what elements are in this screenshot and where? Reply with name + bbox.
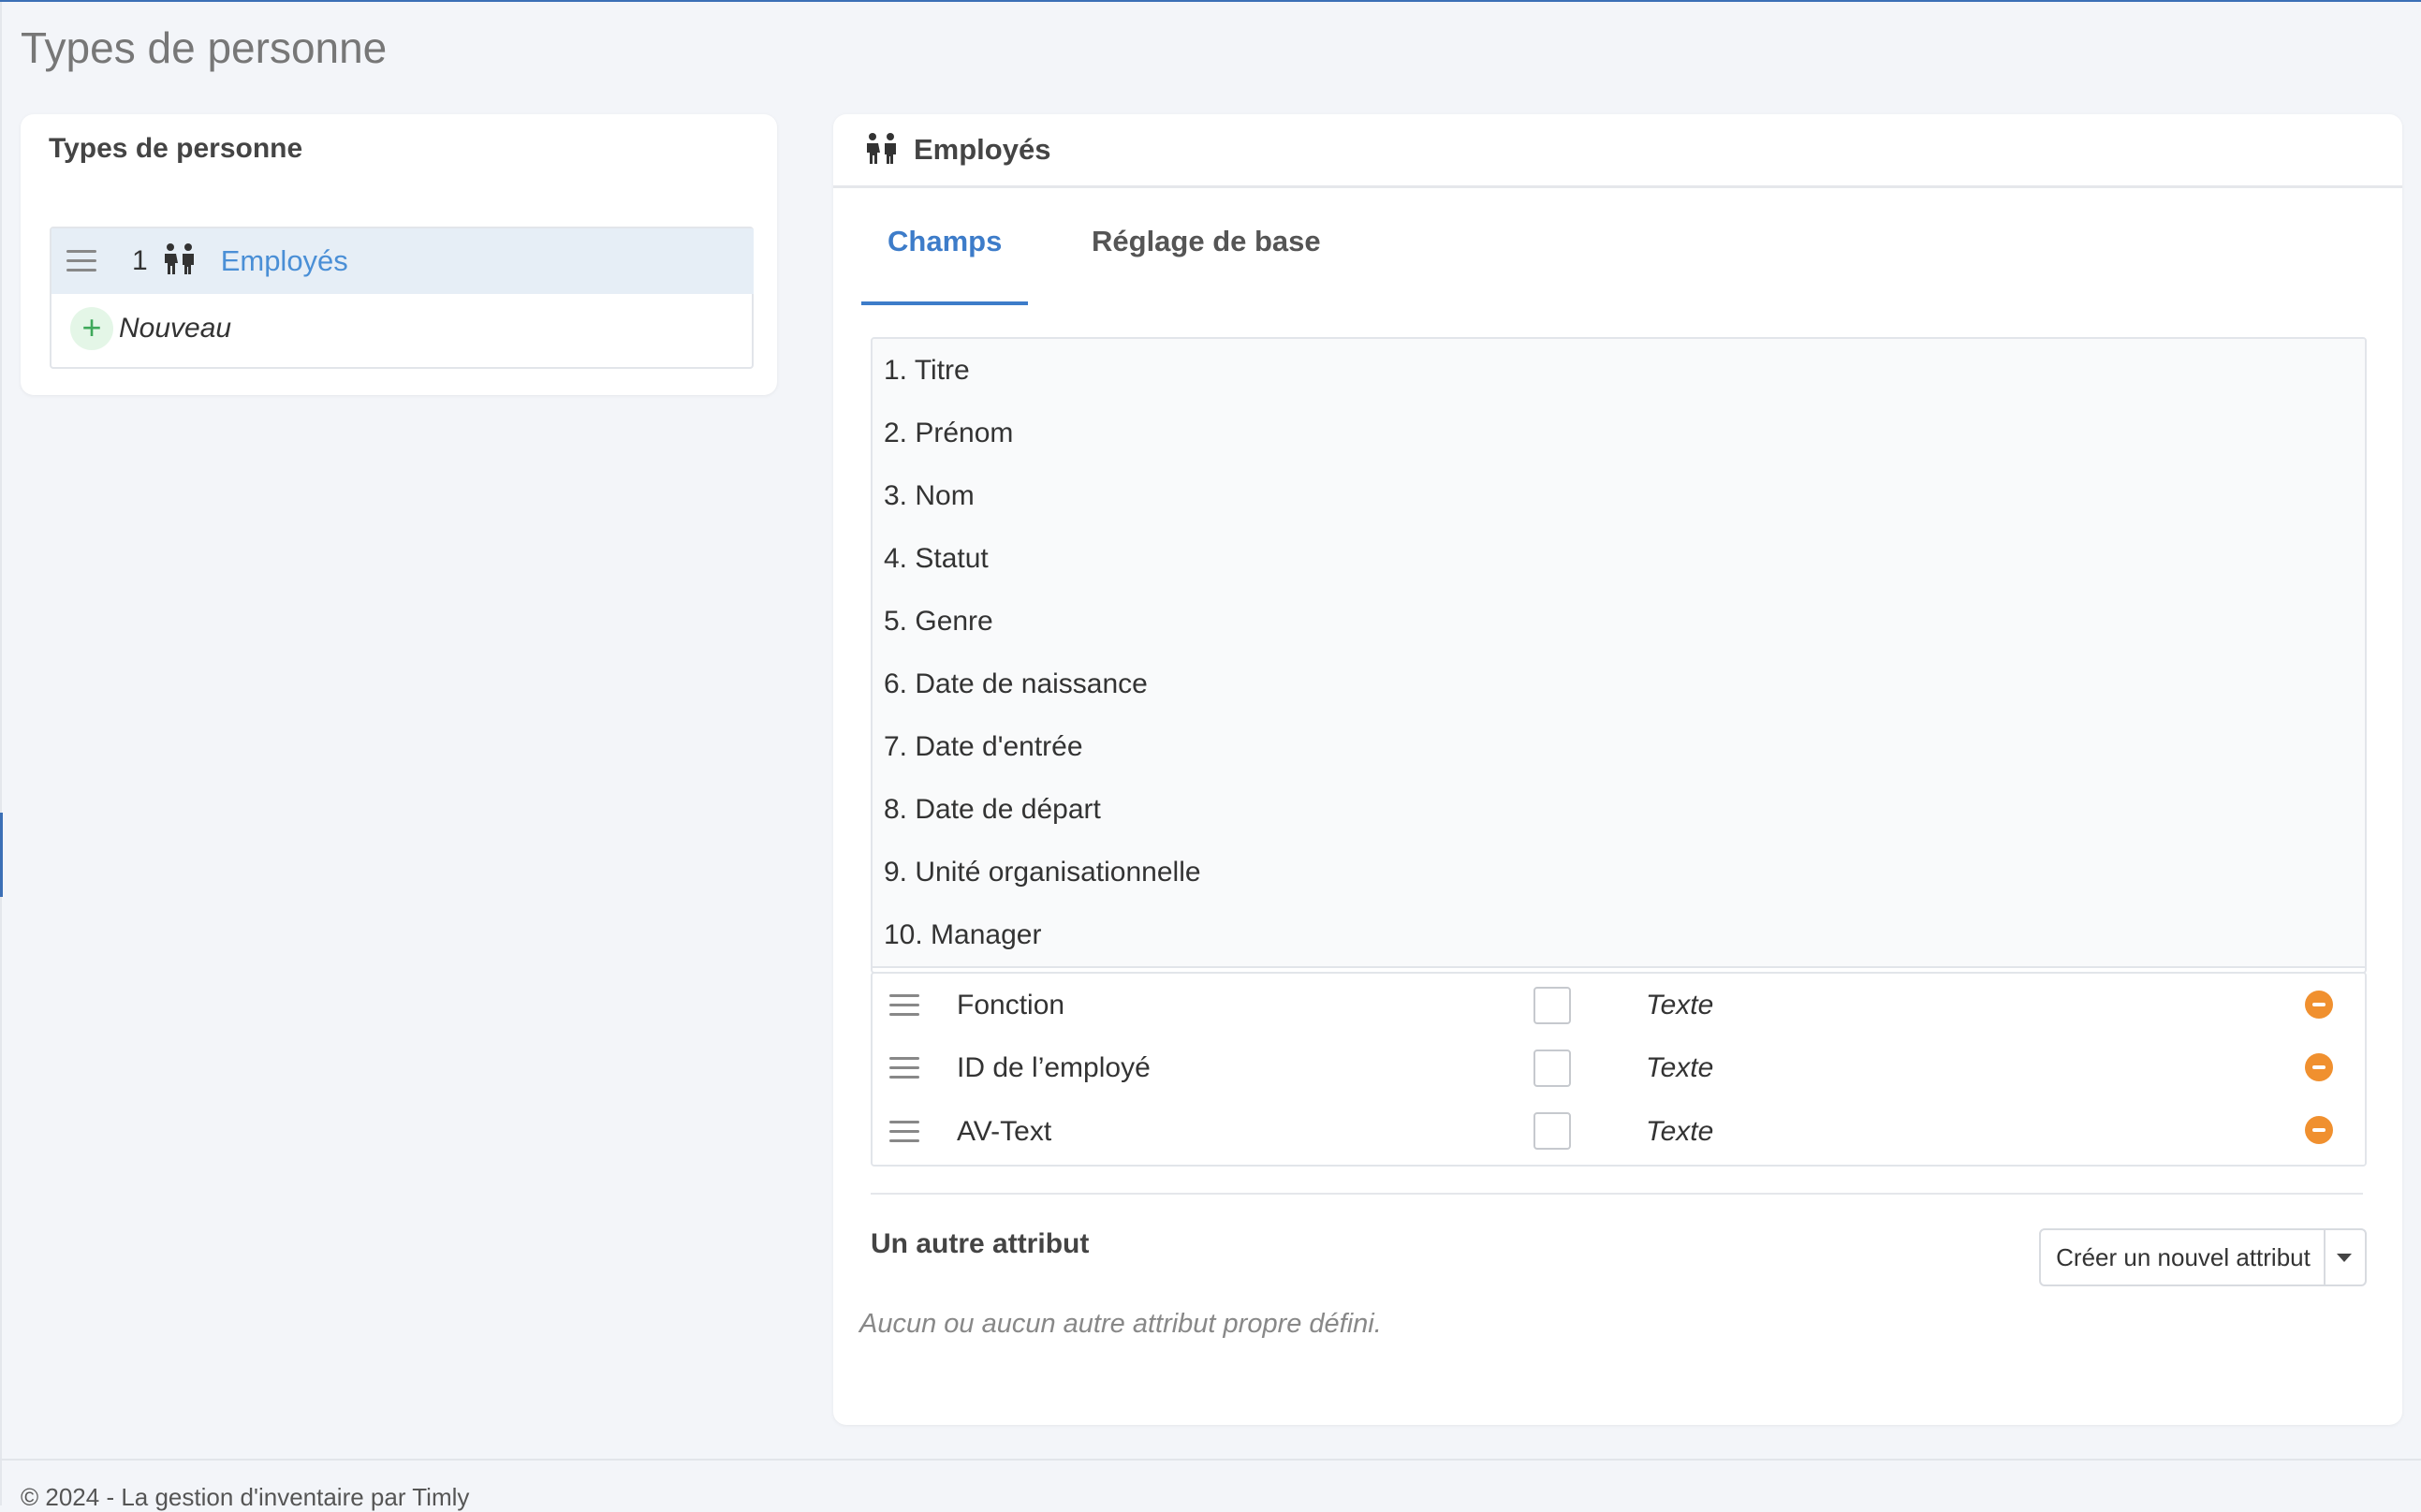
custom-field-type: Texte bbox=[1646, 989, 1714, 1020]
drag-handle-icon[interactable] bbox=[889, 1121, 919, 1143]
window-left-edge bbox=[0, 0, 2, 1505]
list-item: 9. Unité organisationnelle bbox=[873, 841, 2365, 905]
custom-fields-list: Fonction Texte ID de l’employé Texte AV-… bbox=[871, 972, 2367, 1167]
drag-handle-icon[interactable] bbox=[889, 993, 919, 1017]
fields-list: 1. Titre 2. Prénom 3. Nom 4. Statut 5. G… bbox=[871, 337, 2367, 974]
left-scroll-indicator bbox=[0, 813, 3, 897]
custom-field-row: AV-Text Texte bbox=[873, 1099, 2365, 1165]
people-icon bbox=[863, 133, 901, 169]
list-item: 2. Prénom bbox=[873, 402, 2365, 466]
required-checkbox[interactable] bbox=[1533, 1050, 1571, 1087]
field-label: 10. Manager bbox=[884, 918, 1042, 950]
divider bbox=[871, 1193, 2363, 1195]
top-accent-line bbox=[0, 0, 2421, 2]
tab-reglage-de-base[interactable]: Réglage de base bbox=[1065, 215, 1347, 301]
field-label: 7. Date d'entrée bbox=[884, 730, 1083, 762]
drag-handle-icon[interactable] bbox=[66, 250, 96, 272]
tree-item-label[interactable]: Employés bbox=[221, 244, 348, 278]
plus-icon: + bbox=[70, 307, 113, 350]
footer-divider bbox=[0, 1459, 2421, 1461]
person-types-card: Types de personne 1 Employés + Nouveau bbox=[21, 114, 777, 395]
person-types-tree: 1 Employés + Nouveau bbox=[50, 227, 754, 369]
field-label: 2. Prénom bbox=[884, 417, 1014, 448]
field-label: 4. Statut bbox=[884, 542, 989, 574]
list-item: 6. Date de naissance bbox=[873, 653, 2365, 717]
other-attribute-label: Un autre attribut bbox=[871, 1228, 1090, 1259]
remove-icon[interactable] bbox=[2305, 1116, 2333, 1144]
field-label: 9. Unité organisationnelle bbox=[884, 856, 1201, 888]
custom-field-name: Fonction bbox=[957, 989, 1065, 1020]
drag-handle-icon[interactable] bbox=[889, 1056, 919, 1079]
new-type-button[interactable]: + Nouveau bbox=[70, 307, 231, 350]
page-title: Types de personne bbox=[21, 23, 388, 72]
list-item: 5. Genre bbox=[873, 590, 2365, 654]
field-label: 8. Date de départ bbox=[884, 793, 1101, 825]
footer-text: © 2024 - La gestion d'inventaire par Tim… bbox=[21, 1483, 470, 1511]
button-separator bbox=[2324, 1230, 2326, 1284]
person-types-title: Types de personne bbox=[49, 133, 303, 164]
tab-champs[interactable]: Champs bbox=[861, 215, 1029, 305]
custom-field-row: ID de l’employé Texte bbox=[873, 1036, 2365, 1101]
create-attribute-button[interactable]: Créer un nouvel attribut bbox=[2041, 1230, 2326, 1284]
custom-field-type: Texte bbox=[1646, 1116, 1714, 1147]
tree-item-employes[interactable]: 1 Employés bbox=[51, 228, 754, 294]
chevron-down-icon[interactable] bbox=[2337, 1254, 2352, 1262]
list-item: 4. Statut bbox=[873, 527, 2365, 592]
custom-field-name: ID de l’employé bbox=[957, 1051, 1151, 1083]
list-item: 10. Manager bbox=[873, 903, 2365, 968]
employes-card-title: Employés bbox=[914, 133, 1051, 166]
tree-item-number: 1 bbox=[132, 245, 148, 276]
custom-field-row: Fonction Texte bbox=[873, 974, 2365, 1038]
required-checkbox[interactable] bbox=[1533, 1112, 1571, 1150]
required-checkbox[interactable] bbox=[1533, 987, 1571, 1024]
remove-icon[interactable] bbox=[2305, 991, 2333, 1019]
employes-card-header: Employés bbox=[833, 114, 2402, 188]
new-type-label: Nouveau bbox=[119, 313, 232, 344]
empty-attributes-note: Aucun ou aucun autre attribut propre déf… bbox=[859, 1309, 1382, 1339]
custom-field-type: Texte bbox=[1646, 1051, 1714, 1083]
list-item: 3. Nom bbox=[873, 464, 2365, 529]
field-label: 3. Nom bbox=[884, 479, 975, 511]
employes-card: Employés Champs Réglage de base 1. Titre… bbox=[833, 114, 2402, 1425]
list-item: 7. Date d'entrée bbox=[873, 715, 2365, 780]
people-icon bbox=[161, 242, 198, 280]
custom-field-name: AV-Text bbox=[957, 1116, 1052, 1147]
field-label: 6. Date de naissance bbox=[884, 668, 1148, 699]
field-label: 1. Titre bbox=[884, 354, 970, 386]
list-item: 8. Date de départ bbox=[873, 778, 2365, 843]
remove-icon[interactable] bbox=[2305, 1053, 2333, 1081]
list-item: 1. Titre bbox=[873, 339, 2365, 404]
create-attribute-button-group: Créer un nouvel attribut bbox=[2039, 1228, 2367, 1286]
field-label: 5. Genre bbox=[884, 605, 993, 637]
